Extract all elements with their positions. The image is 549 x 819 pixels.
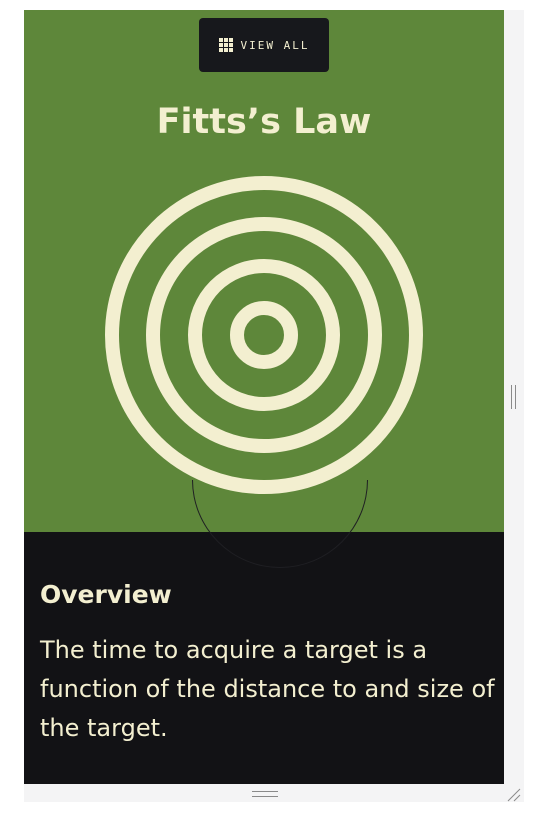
view-all-label: VIEW ALL (240, 38, 310, 52)
view-all-button[interactable]: VIEW ALL (199, 18, 329, 72)
page-title: Fitts’s Law (156, 102, 372, 142)
law-card: VIEW ALL Fitts’s Law Overview The time t… (24, 10, 504, 784)
grid-icon (218, 38, 233, 52)
hero-panel: VIEW ALL Fitts’s Law (24, 10, 504, 532)
overview-text: The time to acquire a target is a functi… (40, 636, 495, 742)
horizontal-resize-handle[interactable] (252, 791, 278, 797)
decorative-arc (192, 480, 368, 568)
target-icon (105, 176, 423, 494)
overview-heading: Overview (40, 580, 172, 609)
overview-panel: Overview The time to acquire a target is… (24, 480, 504, 784)
vertical-resize-handle[interactable] (511, 385, 516, 409)
target-ring-inner (230, 301, 298, 369)
corner-resize-icon[interactable] (507, 788, 521, 802)
target-ring-third (188, 259, 340, 411)
target-ring-second (146, 217, 382, 453)
